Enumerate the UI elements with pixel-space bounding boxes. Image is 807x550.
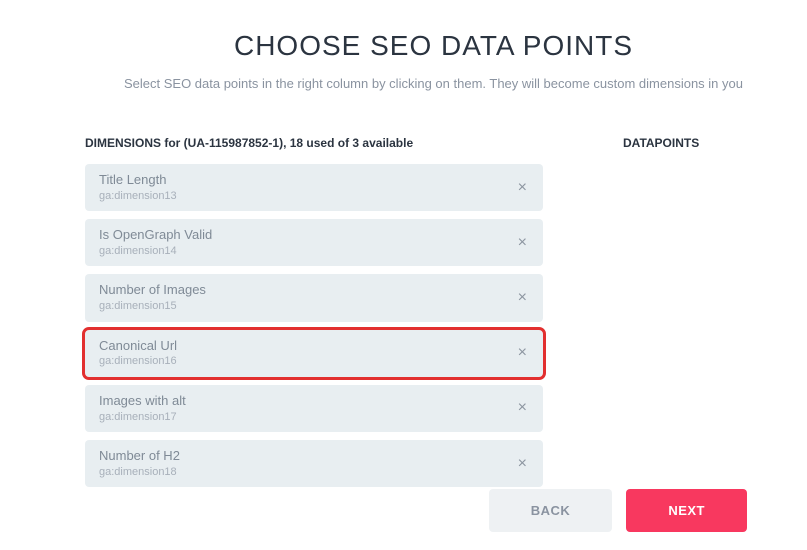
dimensions-column: DIMENSIONS for (UA-115987852-1), 18 used… [85, 136, 543, 487]
close-icon[interactable]: × [514, 397, 531, 419]
dimension-key: ga:dimension16 [99, 354, 177, 368]
page-title: CHOOSE SEO DATA POINTS [0, 30, 807, 62]
dimension-key: ga:dimension18 [99, 465, 180, 479]
close-icon[interactable]: × [514, 453, 531, 475]
dimensions-list: Title Lengthga:dimension13×Is OpenGraph … [85, 164, 543, 487]
dimension-item[interactable]: Number of Imagesga:dimension15 × [85, 274, 543, 321]
dimension-label: Title Length [99, 172, 177, 189]
dimension-item[interactable]: Images with altga:dimension17 × [85, 385, 543, 432]
dimension-item[interactable]: Title Lengthga:dimension13 × [85, 164, 543, 211]
datapoints-column: DATAPOINTS [543, 136, 699, 487]
next-button[interactable]: NEXT [626, 489, 747, 532]
dimension-label: Number of H2 [99, 448, 180, 465]
close-icon[interactable]: × [514, 342, 531, 364]
dimension-key: ga:dimension13 [99, 189, 177, 203]
dimension-label: Images with alt [99, 393, 186, 410]
dimension-label: Number of Images [99, 282, 206, 299]
page-subtitle: Select SEO data points in the right colu… [0, 76, 807, 91]
dimension-item[interactable]: Is OpenGraph Validga:dimension14 × [85, 219, 543, 266]
dimension-key: ga:dimension17 [99, 410, 186, 424]
dimension-item[interactable]: Canonical Urlga:dimension16 × [85, 330, 543, 377]
dimension-label: Is OpenGraph Valid [99, 227, 212, 244]
dimension-key: ga:dimension15 [99, 299, 206, 313]
dimension-item[interactable]: Number of H2ga:dimension18 × [85, 440, 543, 487]
datapoints-header: DATAPOINTS [623, 136, 699, 150]
dimension-key: ga:dimension14 [99, 244, 212, 258]
close-icon[interactable]: × [514, 177, 531, 199]
close-icon[interactable]: × [514, 232, 531, 254]
dimensions-header: DIMENSIONS for (UA-115987852-1), 18 used… [85, 136, 543, 150]
close-icon[interactable]: × [514, 287, 531, 309]
back-button[interactable]: BACK [489, 489, 613, 532]
dimension-label: Canonical Url [99, 338, 177, 355]
